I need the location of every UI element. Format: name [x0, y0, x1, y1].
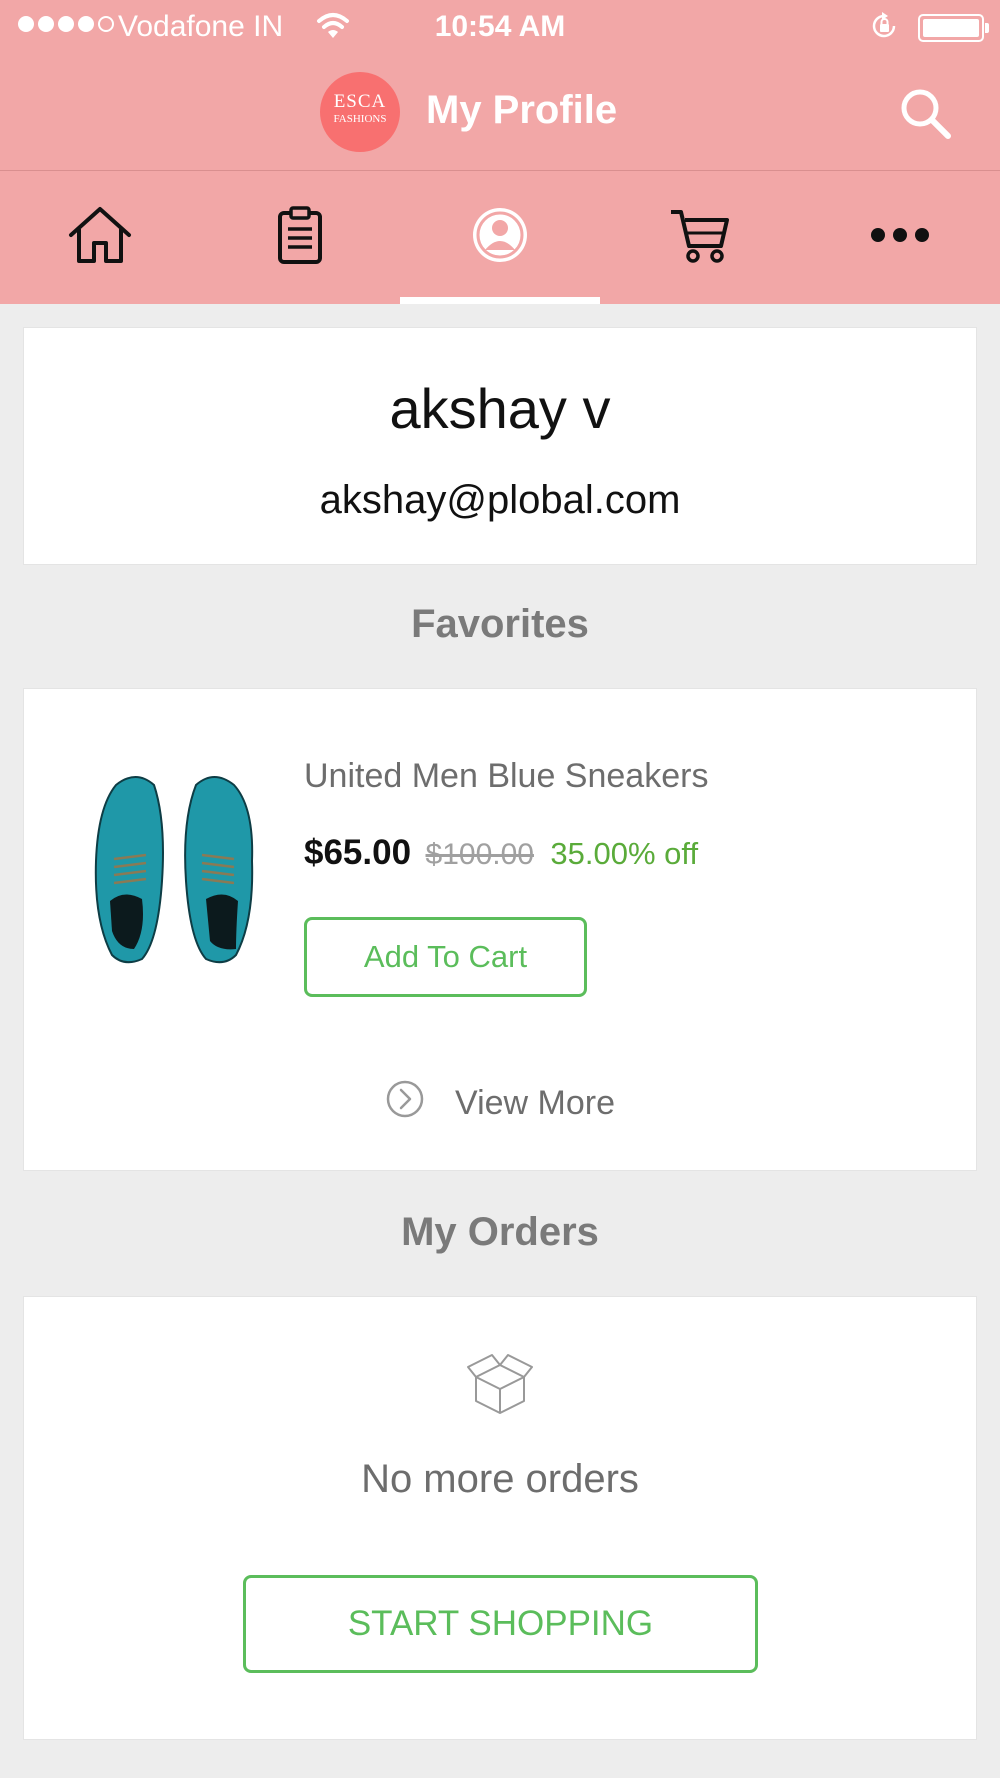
- brand-logo[interactable]: ESCA FASHIONS: [320, 72, 400, 152]
- chevron-right-circle-icon: [385, 1079, 425, 1128]
- favorite-product-card: United Men Blue Sneakers $65.00 $100.00 …: [23, 688, 977, 1038]
- profile-icon: [471, 206, 529, 269]
- tab-home[interactable]: [0, 171, 200, 304]
- my-orders-heading: My Orders: [401, 1210, 599, 1254]
- tab-orders[interactable]: [200, 171, 400, 304]
- user-info-card: akshay v akshay@plobal.com: [23, 327, 977, 565]
- rotation-lock-icon: [868, 10, 900, 47]
- clock: 10:54 AM: [434, 10, 566, 43]
- more-icon: [870, 225, 930, 250]
- add-to-cart-button[interactable]: Add To Cart: [304, 917, 587, 997]
- tab-cart[interactable]: [600, 171, 800, 304]
- user-name: akshay v: [389, 377, 611, 440]
- search-icon[interactable]: [896, 84, 956, 149]
- orders-card: No more orders START SHOPPING: [23, 1296, 977, 1740]
- status-bar: Vodafone IN 10:54 AM: [0, 0, 1000, 54]
- battery-icon: [918, 14, 989, 42]
- product-name[interactable]: United Men Blue Sneakers: [304, 757, 708, 796]
- home-icon: [67, 205, 133, 270]
- tab-bar: [0, 170, 1000, 304]
- product-original-price: $100.00: [425, 838, 534, 871]
- start-shopping-button[interactable]: START SHOPPING: [243, 1575, 758, 1673]
- product-price: $65.00: [304, 833, 412, 872]
- user-email: akshay@plobal.com: [319, 478, 681, 522]
- favorites-heading: Favorites: [411, 602, 589, 646]
- empty-box-icon: [464, 1349, 536, 1426]
- price-row: $65.00 $100.00 35.00% off: [304, 833, 698, 873]
- clipboard-icon: [277, 206, 323, 269]
- view-more-button[interactable]: View More: [23, 1037, 977, 1171]
- active-tab-indicator: [400, 297, 600, 304]
- product-discount: 35.00% off: [550, 836, 699, 871]
- cart-icon: [669, 206, 731, 269]
- tab-profile[interactable]: [400, 171, 600, 304]
- view-more-label: View More: [455, 1084, 615, 1122]
- no-orders-message: No more orders: [361, 1457, 639, 1501]
- tab-more[interactable]: [800, 171, 1000, 304]
- page-title: My Profile: [426, 88, 618, 132]
- app-header: ESCA FASHIONS My Profile: [0, 54, 1000, 170]
- product-image[interactable]: [84, 771, 264, 971]
